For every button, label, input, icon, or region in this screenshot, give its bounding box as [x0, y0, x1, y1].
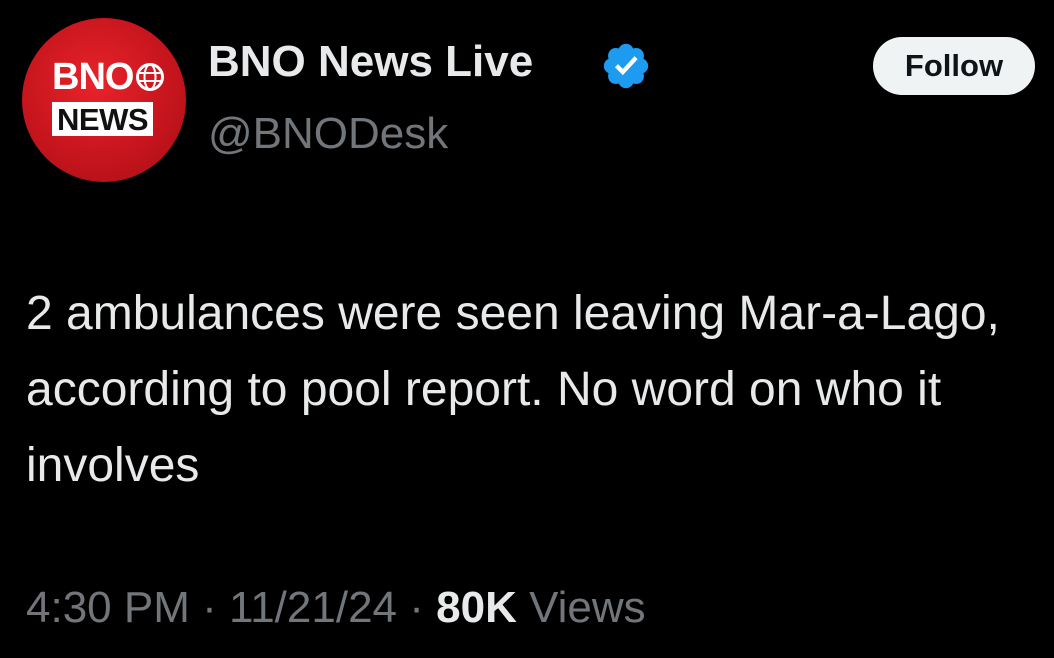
author-handle[interactable]: @BNODesk: [208, 112, 448, 156]
meta-separator: ·: [202, 583, 217, 632]
tweet-text: 2 ambulances were seen leaving Mar-a-Lag…: [26, 287, 1000, 492]
tweet-meta: 4:30 PM · 11/21/24 · 80K Views: [26, 586, 646, 630]
views-label: Views: [529, 583, 646, 632]
avatar-logo-text-news: NEWS: [52, 102, 153, 136]
follow-button[interactable]: Follow: [873, 37, 1035, 95]
display-name[interactable]: BNO News Live: [208, 40, 533, 84]
tweet-time[interactable]: 4:30 PM: [26, 583, 190, 632]
globe-icon: [136, 63, 165, 91]
tweet-date[interactable]: 11/21/24: [229, 583, 397, 632]
views-count: 80K: [436, 583, 517, 632]
avatar[interactable]: BNO NEWS: [22, 18, 186, 182]
avatar-logo-text-bno: BNO: [52, 56, 134, 98]
avatar-logo-top: BNO: [52, 58, 165, 96]
verified-badge-icon: [603, 43, 649, 89]
meta-separator: ·: [409, 583, 424, 632]
